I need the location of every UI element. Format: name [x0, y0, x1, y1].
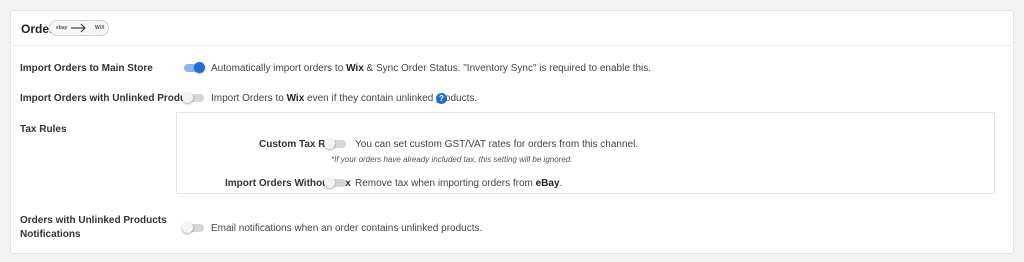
question-circle-icon[interactable]: ? — [436, 93, 447, 104]
import-main-store-description: Automatically import orders to Wix & Syn… — [211, 62, 651, 75]
description-bold: Wix — [346, 63, 364, 74]
description-bold: Wix — [286, 93, 305, 104]
wix-logo-icon: WiX — [95, 25, 105, 31]
custom-tax-rate-description: You can set custom GST/VAT rates for ord… — [355, 139, 639, 150]
import-unlinked-label: Import Orders with Unlinked Products — [20, 93, 201, 104]
toggle-knob — [324, 177, 335, 188]
import-unlinked-toggle[interactable] — [182, 91, 206, 105]
toggle-knob — [194, 62, 205, 73]
description-text: & Sync Order Status. "Inventory Sync" is… — [363, 63, 652, 74]
toggle-knob — [182, 92, 193, 103]
toggle-knob — [324, 138, 335, 149]
import-main-store-toggle[interactable] — [182, 61, 206, 75]
import-without-tax-description: Remove tax when importing orders from eB… — [355, 177, 562, 190]
tax-rules-label: Tax Rules — [20, 124, 67, 135]
unlinked-notifications-label-line2: Notifications — [20, 229, 81, 240]
unlinked-notifications-description: Email notifications when an order contai… — [211, 223, 483, 234]
toggle-knob — [182, 222, 193, 233]
description-text: . — [559, 178, 563, 189]
custom-tax-note: *If your orders have already included ta… — [331, 155, 573, 164]
arrow-right-icon — [71, 23, 86, 33]
store-to-wix-flow-icon: ebay WiX — [49, 20, 109, 36]
description-text: Automatically import orders to — [211, 63, 347, 74]
import-main-store-label: Import Orders to Main Store — [20, 63, 153, 74]
description-text: Import Orders to — [211, 93, 287, 104]
unlinked-notifications-toggle[interactable] — [182, 221, 206, 235]
ebay-logo-icon: ebay — [56, 25, 68, 31]
description-text: even if they contain unlinked products. — [304, 93, 478, 104]
description-text: Remove tax when importing orders from — [355, 178, 536, 189]
import-without-tax-toggle[interactable] — [324, 176, 348, 190]
unlinked-notifications-label-line1: Orders with Unlinked Products — [20, 215, 167, 226]
description-bold: eBay — [535, 178, 560, 189]
custom-tax-rate-toggle[interactable] — [324, 137, 348, 151]
card-header: Order ebay WiX — [11, 11, 1013, 46]
